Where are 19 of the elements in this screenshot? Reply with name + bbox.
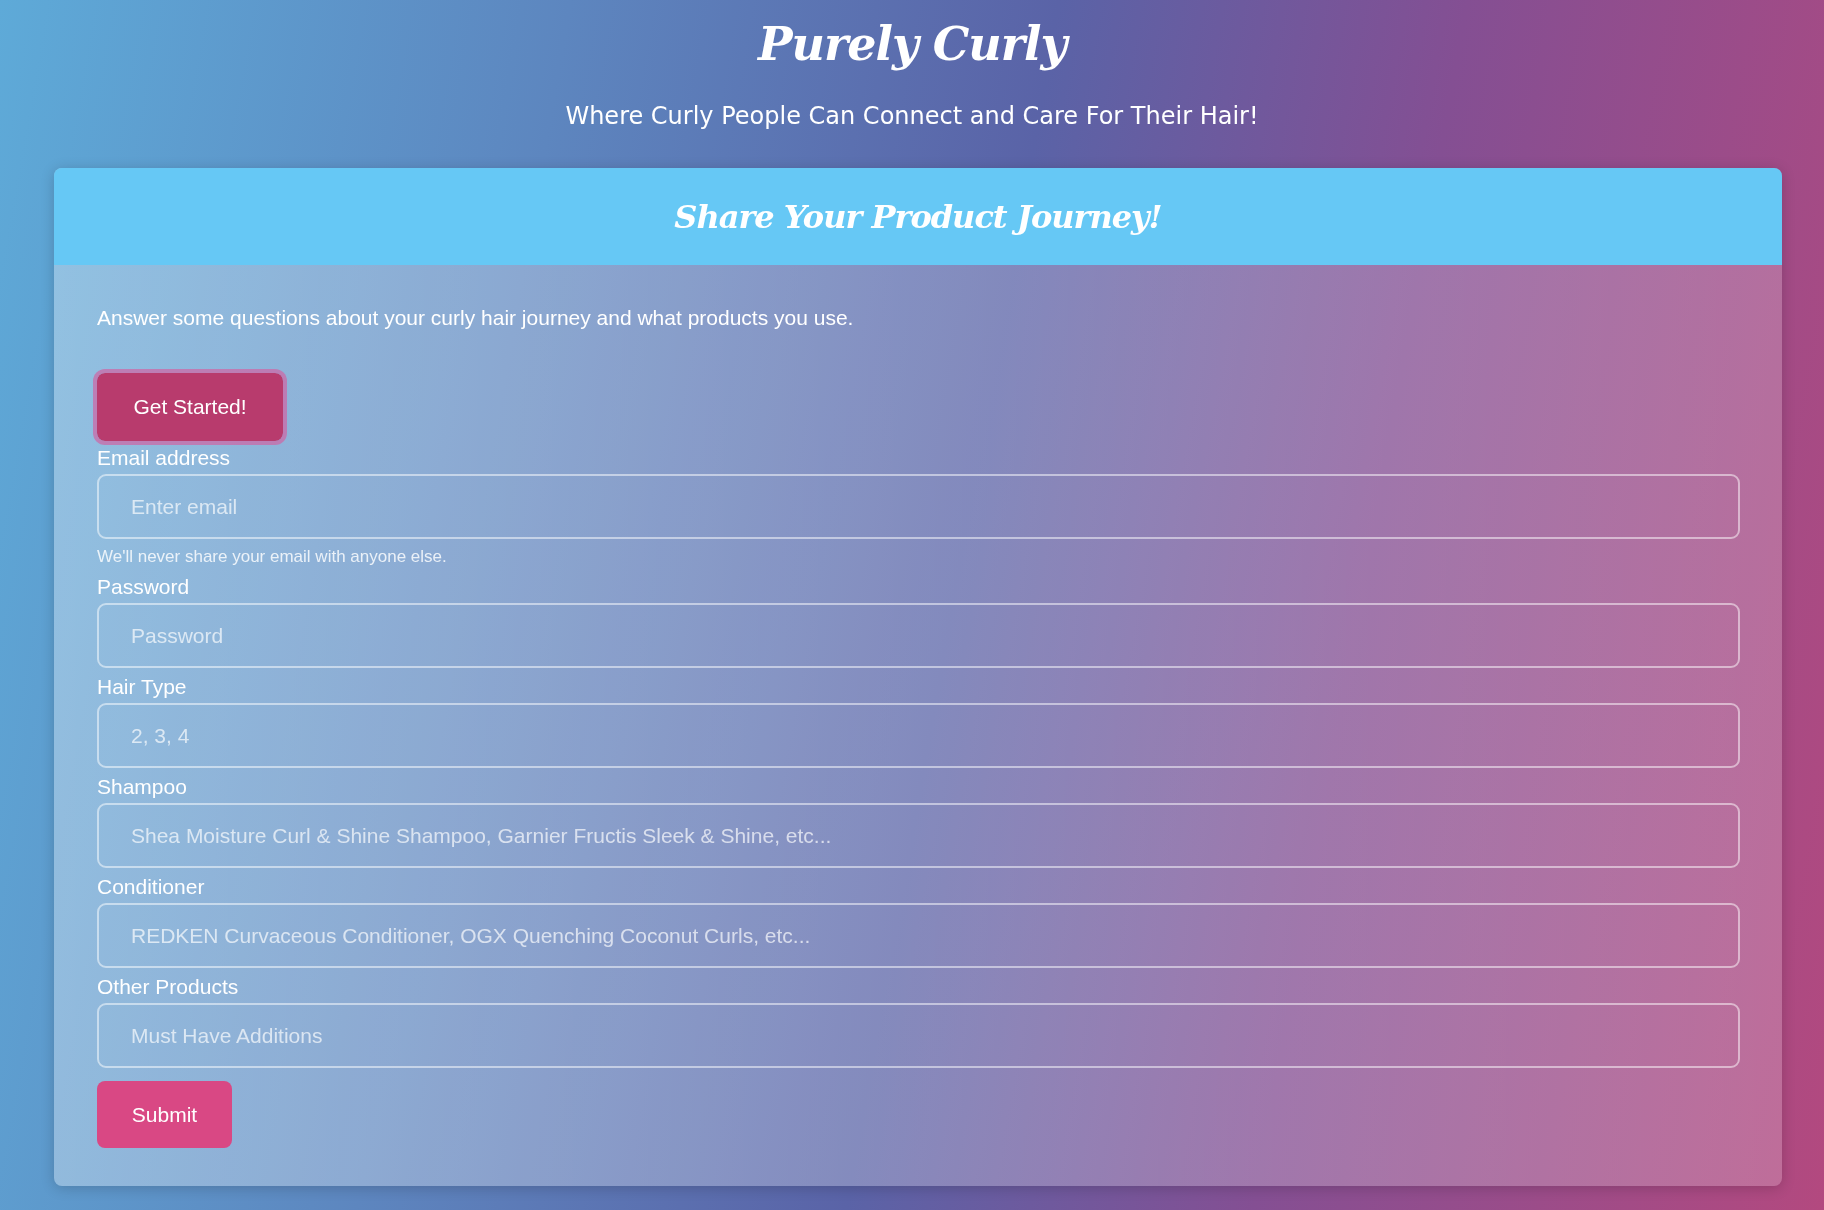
field-label: Email address <box>97 445 231 471</box>
field-label: Hair Type <box>97 674 187 700</box>
field-label: Other Products <box>97 974 239 1000</box>
site-title: Purely Curly <box>42 8 1782 80</box>
input-field[interactable]: REDKEN Curvaceous Conditioner, OGX Quenching Coconut Curls, etc... <box>97 903 1740 968</box>
intro-text: Answer some questions about your curly hair journey and what products you use. <box>97 305 854 331</box>
input-field[interactable]: Shea Moisture Curl & Shine Shampoo, Garnier Fructis Sleek & Shine, etc... <box>97 803 1740 868</box>
input-field[interactable]: Must Have Additions <box>97 1003 1740 1068</box>
field-label: Password <box>97 574 190 600</box>
input-field[interactable]: 2, 3, 4 <box>97 703 1740 768</box>
get-started-button[interactable]: Get Started! <box>93 369 287 445</box>
input-field[interactable]: Password <box>97 603 1740 668</box>
field-label: Conditioner <box>97 874 205 900</box>
card-title: Share Your Product Journey! <box>674 197 1162 236</box>
field-label: Shampoo <box>97 774 187 800</box>
help-text: We'll never share your email with anyone else. <box>97 546 447 568</box>
tagline: Where Curly People Can Connect and Care For Their Hair! <box>564 101 1260 132</box>
input-field[interactable]: Enter email <box>97 474 1740 539</box>
submit-button[interactable]: Submit <box>97 1081 232 1148</box>
